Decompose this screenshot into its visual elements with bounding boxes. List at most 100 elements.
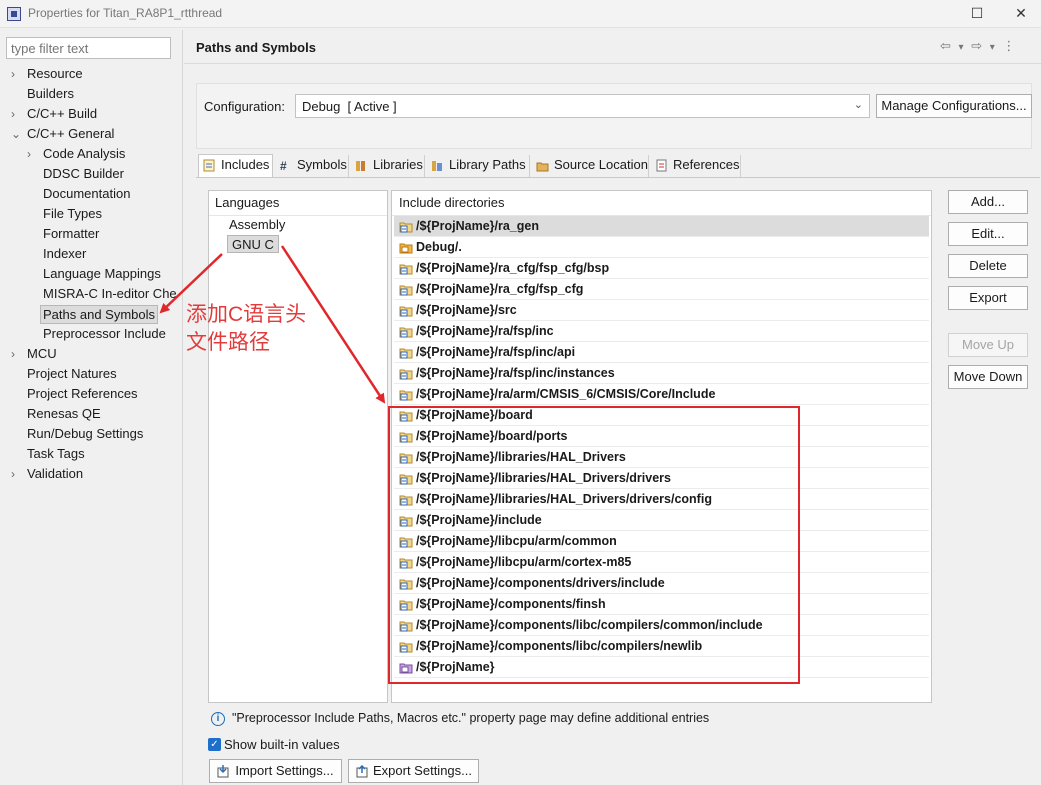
tree-item-documentation[interactable]: Documentation xyxy=(0,184,182,204)
tree-item-label: MISRA-C In-editor Che xyxy=(43,286,177,301)
app-icon xyxy=(7,7,21,21)
include-row[interactable]: /${ProjName} xyxy=(394,657,929,678)
include-row[interactable]: /${ProjName}/ra/arm/CMSIS_6/CMSIS/Core/I… xyxy=(394,384,929,405)
include-folder-icon xyxy=(399,600,413,611)
tree-item-label: Validation xyxy=(27,466,84,481)
more-options-icon[interactable]: ⋮ xyxy=(1002,38,1015,54)
tree-item-label: Builders xyxy=(27,86,74,101)
tree-item-c-c-build[interactable]: › C/C++ Build xyxy=(0,104,182,124)
include-row[interactable]: Debug/. xyxy=(394,237,929,258)
manage-configurations-button[interactable]: Manage Configurations... xyxy=(876,94,1032,118)
include-folder-icon xyxy=(399,306,413,317)
include-row[interactable]: /${ProjName}/board/ports xyxy=(394,426,929,447)
tree-item-label: File Types xyxy=(43,206,103,221)
tree-item-c-c-general[interactable]: ⌄ C/C++ General xyxy=(0,124,182,144)
include-row[interactable]: /${ProjName}/components/drivers/include xyxy=(394,573,929,594)
tree-item-resource[interactable]: › Resource xyxy=(0,64,182,84)
include-row[interactable]: /${ProjName}/ra_cfg/fsp_cfg xyxy=(394,279,929,300)
tree-item-run-debug-settings[interactable]: Run/Debug Settings xyxy=(0,424,182,444)
export-button[interactable]: Export xyxy=(948,286,1028,310)
tree-item-mcu[interactable]: › MCU xyxy=(0,344,182,364)
close-button[interactable]: ✕ xyxy=(1004,2,1038,24)
include-row[interactable]: /${ProjName}/board xyxy=(394,405,929,426)
tree-item-code-analysis[interactable]: › Code Analysis xyxy=(0,144,182,164)
libraries-icon xyxy=(356,161,365,171)
move-down-button[interactable]: Move Down xyxy=(948,365,1028,389)
tab-library-paths[interactable]: Library Paths xyxy=(427,155,530,177)
configuration-select[interactable]: Debug [ Active ] ⌄ xyxy=(295,94,870,118)
tree-item-validation[interactable]: › Validation xyxy=(0,464,182,484)
filter-input[interactable] xyxy=(6,37,171,59)
include-path: /${ProjName}/components/libc/compilers/c… xyxy=(416,618,763,632)
tree-item-indexer[interactable]: Indexer xyxy=(0,244,182,264)
tree-item-file-types[interactable]: File Types xyxy=(0,204,182,224)
tree-item-task-tags[interactable]: Task Tags xyxy=(0,444,182,464)
chevron-right-icon[interactable]: › xyxy=(27,144,39,164)
include-row[interactable]: /${ProjName}/libcpu/arm/common xyxy=(394,531,929,552)
include-row[interactable]: /${ProjName}/components/libc/compilers/c… xyxy=(394,615,929,636)
annotation-text: 添加C语言头 文件路径 xyxy=(186,301,306,357)
include-row[interactable]: /${ProjName}/libcpu/arm/cortex-m85 xyxy=(394,552,929,573)
chevron-right-icon[interactable]: › xyxy=(11,64,23,84)
tab-references[interactable]: References xyxy=(651,155,741,177)
tree-item-builders[interactable]: Builders xyxy=(0,84,182,104)
properties-tree: › Resource Builders › C/C++ Build ⌄ C/C++ Gene… xyxy=(0,64,182,484)
forward-arrow-icon[interactable]: ⇨ xyxy=(971,38,982,54)
include-row[interactable]: /${ProjName}/libraries/HAL_Drivers xyxy=(394,447,929,468)
tree-item-language-mappings[interactable]: Language Mappings xyxy=(0,264,182,284)
include-row[interactable]: /${ProjName}/components/finsh xyxy=(394,594,929,615)
include-row[interactable]: /${ProjName}/libraries/HAL_Drivers/drive… xyxy=(394,489,929,510)
move-up-button[interactable]: Move Up xyxy=(948,333,1028,357)
back-menu-icon[interactable]: ▾ xyxy=(959,42,964,53)
include-path: /${ProjName}/ra/fsp/inc/instances xyxy=(416,366,615,380)
tree-item-label: MCU xyxy=(27,346,57,361)
tab-symbols[interactable]: # Symbols xyxy=(275,155,349,177)
include-folder-icon xyxy=(399,516,413,527)
include-row[interactable]: /${ProjName}/ra/fsp/inc/api xyxy=(394,342,929,363)
back-arrow-icon[interactable]: ⇦ xyxy=(940,38,951,54)
include-path: /${ProjName}/components/drivers/include xyxy=(416,576,665,590)
tree-item-ddsc-builder[interactable]: DDSC Builder xyxy=(0,164,182,184)
include-directories-list: Include directories /${ProjName}/ra_gen D… xyxy=(391,190,932,703)
chevron-right-icon[interactable]: › xyxy=(11,104,23,124)
include-row[interactable]: /${ProjName}/ra/fsp/inc xyxy=(394,321,929,342)
language-item-gnu-c[interactable]: GNU C xyxy=(227,235,279,253)
tree-item-project-references[interactable]: Project References xyxy=(0,384,182,404)
tree-item-preprocessor-include[interactable]: Preprocessor Include xyxy=(0,324,182,344)
chevron-right-icon[interactable]: › xyxy=(11,464,23,484)
maximize-button[interactable]: ☐ xyxy=(960,2,994,24)
include-row[interactable]: /${ProjName}/libraries/HAL_Drivers/drive… xyxy=(394,468,929,489)
include-row[interactable]: /${ProjName}/components/libc/compilers/n… xyxy=(394,636,929,657)
show-builtin-checkbox[interactable]: ✓ xyxy=(208,738,221,751)
include-path: /${ProjName}/components/finsh xyxy=(416,597,606,611)
tree-item-label: Preprocessor Include xyxy=(43,326,166,341)
tab-libraries[interactable]: Libraries xyxy=(351,155,425,177)
include-row[interactable]: /${ProjName}/ra/fsp/inc/instances xyxy=(394,363,929,384)
show-builtin-label[interactable]: Show built-in values xyxy=(224,737,340,752)
tree-item-label: Task Tags xyxy=(27,446,85,461)
import-settings-button[interactable]: Import Settings... xyxy=(209,759,342,783)
tab-source-location[interactable]: Source Location xyxy=(532,155,649,177)
tab-label: Libraries xyxy=(373,157,423,172)
tree-item-renesas-qe[interactable]: Renesas QE xyxy=(0,404,182,424)
include-row[interactable]: /${ProjName}/ra_cfg/fsp_cfg/bsp xyxy=(394,258,929,279)
include-folder-icon xyxy=(399,264,413,275)
tab-includes[interactable]: Includes xyxy=(198,154,273,178)
edit-button[interactable]: Edit... xyxy=(948,222,1028,246)
annotation-line-2: 文件路径 xyxy=(186,331,270,354)
tree-item-misra-c-in-editor-che[interactable]: MISRA-C In-editor Che xyxy=(0,284,182,304)
tree-item-paths-and-symbols[interactable]: Paths and Symbols xyxy=(0,304,182,324)
chevron-right-icon[interactable]: › xyxy=(11,344,23,364)
source-location-icon xyxy=(536,162,549,172)
export-settings-button[interactable]: Export Settings... xyxy=(348,759,479,783)
include-row[interactable]: /${ProjName}/src xyxy=(394,300,929,321)
add-button[interactable]: Add... xyxy=(948,190,1028,214)
tree-item-project-natures[interactable]: Project Natures xyxy=(0,364,182,384)
include-row[interactable]: /${ProjName}/include xyxy=(394,510,929,531)
language-item-assembly[interactable]: Assembly xyxy=(229,216,285,234)
include-row[interactable]: /${ProjName}/ra_gen xyxy=(394,216,929,237)
tree-item-formatter[interactable]: Formatter xyxy=(0,224,182,244)
chevron-down-icon[interactable]: ⌄ xyxy=(11,124,23,144)
delete-button[interactable]: Delete xyxy=(948,254,1028,278)
forward-menu-icon[interactable]: ▾ xyxy=(990,42,995,53)
